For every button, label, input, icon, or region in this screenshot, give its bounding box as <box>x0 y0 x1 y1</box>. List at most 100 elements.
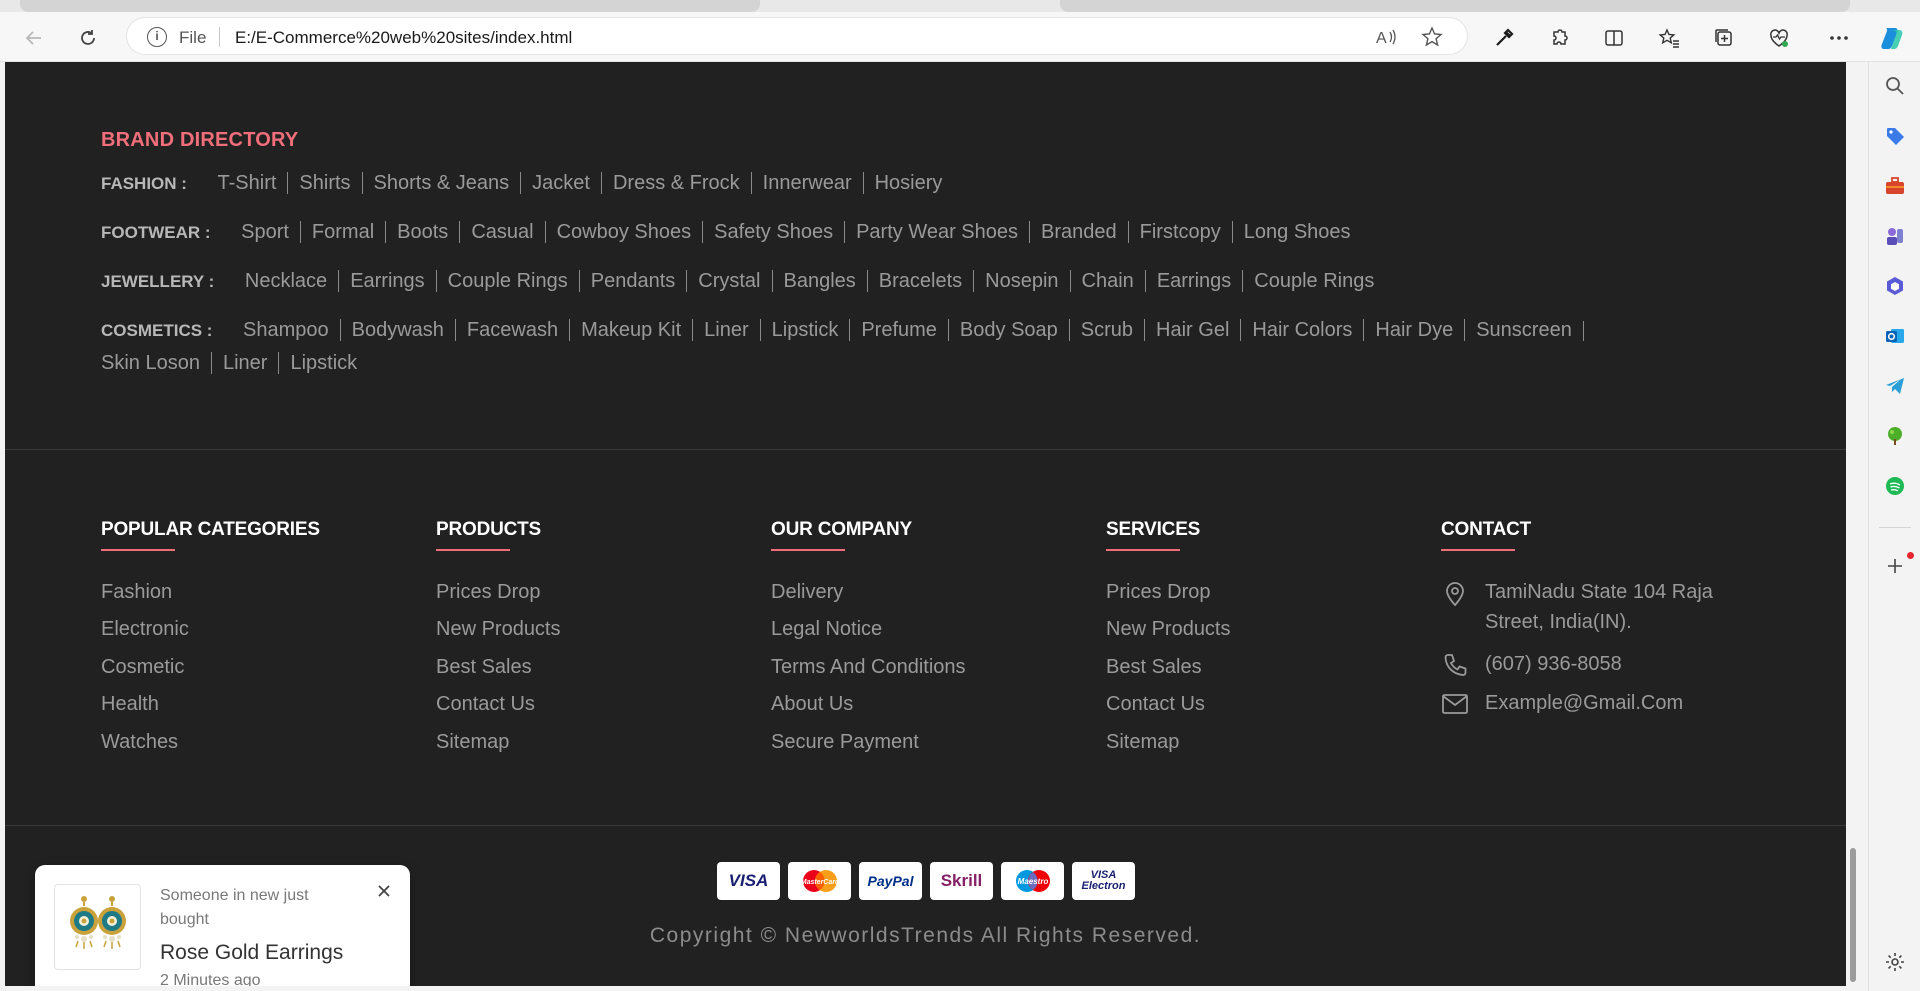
back-button[interactable] <box>18 22 50 54</box>
settings-gear-icon[interactable] <box>1883 950 1907 974</box>
brand-link[interactable]: Hosiery <box>862 172 954 194</box>
brand-link[interactable]: Earrings <box>338 270 436 292</box>
eyedropper-icon[interactable] <box>1490 24 1518 52</box>
shopping-tag-icon[interactable] <box>1883 124 1907 148</box>
games-icon[interactable] <box>1883 224 1907 248</box>
footer-link[interactable]: Terms And Conditions <box>771 656 966 679</box>
brand-link[interactable]: Liner <box>210 352 279 374</box>
footer-link[interactable]: Prices Drop <box>436 581 540 604</box>
footer-link[interactable]: New Products <box>436 618 561 641</box>
brand-link[interactable]: Crystal <box>686 270 772 292</box>
copilot-icon[interactable] <box>1878 24 1906 52</box>
brand-link[interactable]: Chain <box>1069 270 1145 292</box>
brand-link[interactable]: Shampoo <box>232 319 340 341</box>
brand-link[interactable]: Earrings <box>1144 270 1243 292</box>
brand-link[interactable]: Sunscreen <box>1464 319 1583 341</box>
browser-essentials-icon[interactable] <box>1765 24 1793 52</box>
brand-link[interactable]: Couple Rings <box>435 270 579 292</box>
footer-link[interactable]: Best Sales <box>436 656 532 679</box>
footer-link[interactable]: Watches <box>101 731 178 754</box>
outlook-icon[interactable] <box>1883 324 1907 348</box>
brand-link[interactable]: Branded <box>1029 221 1128 243</box>
footer-link[interactable]: About Us <box>771 693 853 716</box>
brand-link[interactable]: Makeup Kit <box>569 319 693 341</box>
brand-link[interactable]: Sport <box>230 221 300 243</box>
collections-icon[interactable] <box>1710 24 1738 52</box>
info-icon[interactable]: i <box>147 27 167 47</box>
brand-link[interactable]: Facewash <box>454 319 570 341</box>
footer-link[interactable]: Sitemap <box>436 731 509 754</box>
brand-link[interactable]: Innerwear <box>750 172 863 194</box>
brand-link[interactable]: Boots <box>385 221 460 243</box>
page-scrollbar[interactable] <box>1846 62 1860 986</box>
brand-link[interactable]: Hair Colors <box>1240 319 1364 341</box>
read-aloud-icon[interactable]: A <box>1375 26 1397 48</box>
brand-link[interactable]: Formal <box>299 221 386 243</box>
brand-link[interactable]: Body Soap <box>947 319 1069 341</box>
brand-link[interactable]: Couple Rings <box>1242 270 1386 292</box>
brand-link[interactable]: Firstcopy <box>1127 221 1232 243</box>
microsoft-365-icon[interactable] <box>1883 274 1907 298</box>
address-bar[interactable]: i File E:/E-Commerce%20web%20sites/index… <box>126 17 1468 55</box>
scrollbar-thumb[interactable] <box>1850 848 1856 982</box>
brand-link[interactable]: Cowboy Shoes <box>544 221 703 243</box>
refresh-button[interactable] <box>72 22 104 54</box>
brand-link[interactable]: Dress & Frock <box>600 172 751 194</box>
brand-link[interactable]: Lipstick <box>278 352 369 374</box>
brand-link[interactable]: Lipstick <box>759 319 850 341</box>
more-options-icon[interactable] <box>1825 24 1853 52</box>
brand-link[interactable]: Party Wear Shoes <box>844 221 1030 243</box>
brand-link[interactable]: Necklace <box>234 270 338 292</box>
brand-link[interactable]: Nosepin <box>973 270 1070 292</box>
tree-game-icon[interactable] <box>1883 424 1907 448</box>
footer-link[interactable]: Prices Drop <box>1106 581 1210 604</box>
url-text[interactable]: E:/E-Commerce%20web%20sites/index.html <box>235 28 572 48</box>
favorite-star-icon[interactable] <box>1421 26 1443 48</box>
extensions-icon[interactable] <box>1545 24 1573 52</box>
brand-link[interactable]: Bracelets <box>866 270 974 292</box>
contact-phone[interactable]: (607) 936-8058 <box>1485 649 1755 679</box>
title-underline <box>1106 549 1180 551</box>
browser-tab[interactable] <box>20 0 760 12</box>
product-thumbnail[interactable] <box>54 884 141 970</box>
footer-link[interactable]: New Products <box>1106 618 1231 641</box>
brand-link[interactable]: T-Shirt <box>207 172 288 194</box>
spotify-icon[interactable] <box>1883 474 1907 498</box>
brand-link[interactable]: Long Shoes <box>1231 221 1362 243</box>
brand-link[interactable]: Hair Gel <box>1144 319 1241 341</box>
footer-link[interactable]: Electronic <box>101 618 189 641</box>
brand-link[interactable]: Liner <box>692 319 760 341</box>
footer-link[interactable]: Legal Notice <box>771 618 882 641</box>
brand-link[interactable]: Safety Shoes <box>702 221 845 243</box>
brand-link[interactable]: Casual <box>459 221 545 243</box>
contact-email[interactable]: Example@Gmail.Com <box>1485 688 1755 718</box>
footer-link[interactable]: Cosmetic <box>101 656 184 679</box>
popup-product-name[interactable]: Rose Gold Earrings <box>160 941 343 965</box>
brand-link[interactable]: Jacket <box>520 172 601 194</box>
popup-close-button[interactable] <box>373 880 395 902</box>
split-screen-icon[interactable] <box>1600 24 1628 52</box>
footer-link[interactable]: Contact Us <box>1106 693 1205 716</box>
brand-link[interactable]: Pendants <box>578 270 687 292</box>
send-telegram-icon[interactable] <box>1883 374 1907 398</box>
favorites-icon[interactable] <box>1655 24 1683 52</box>
footer-link[interactable]: Delivery <box>771 581 843 604</box>
brand-link[interactable]: Prefume <box>849 319 948 341</box>
footer-link[interactable]: Fashion <box>101 581 172 604</box>
brand-link[interactable]: Bodywash <box>339 319 455 341</box>
brand-link[interactable]: Bangles <box>771 270 867 292</box>
brand-link[interactable]: Hair Dye <box>1363 319 1465 341</box>
footer-link[interactable]: Sitemap <box>1106 731 1179 754</box>
search-icon[interactable] <box>1883 74 1907 98</box>
add-icon[interactable] <box>1883 554 1907 578</box>
brand-link[interactable]: Shorts & Jeans <box>361 172 521 194</box>
brand-link[interactable]: Shirts <box>287 172 362 194</box>
footer-link[interactable]: Health <box>101 693 159 716</box>
brand-link[interactable]: Scrub <box>1068 319 1145 341</box>
footer-link[interactable]: Secure Payment <box>771 731 919 754</box>
footer-link[interactable]: Best Sales <box>1106 656 1202 679</box>
footer-link[interactable]: Contact Us <box>436 693 535 716</box>
browser-tab[interactable] <box>1060 0 1850 12</box>
brand-link[interactable]: Skin Loson <box>101 352 211 374</box>
tools-briefcase-icon[interactable] <box>1883 174 1907 198</box>
